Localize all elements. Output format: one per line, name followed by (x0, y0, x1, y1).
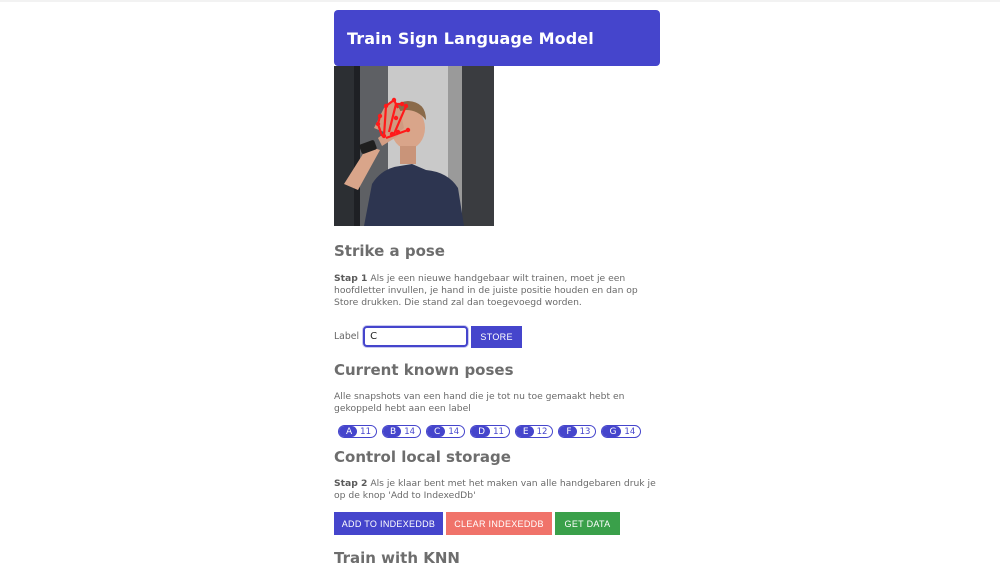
webcam-frame (334, 66, 494, 226)
step2-instructions: Stap 2 Als je klaar bent met het maken v… (334, 478, 660, 502)
clear-indexeddb-button[interactable]: CLEAR INDEXEDDB (446, 512, 552, 536)
pose-badge-g[interactable]: G 14 (601, 425, 642, 439)
step2-label: Stap 2 (334, 478, 368, 490)
pose-badge-c[interactable]: C 14 (426, 425, 466, 439)
top-border (0, 0, 1000, 2)
train-knn-heading: Train with KNN (334, 549, 460, 563)
pose-badge-count: 14 (624, 426, 636, 437)
pose-badge-label: F (559, 426, 577, 438)
pose-badge-label: B (383, 426, 402, 438)
main-column: Train Sign Language Model Strike a pose … (334, 10, 660, 563)
pose-badge-label: A (339, 426, 358, 438)
webcam-video (334, 66, 494, 226)
pose-badge-count: 14 (404, 426, 416, 437)
known-poses-heading: Current known poses (334, 360, 514, 379)
page-header: Train Sign Language Model (334, 10, 660, 66)
storage-buttons: ADD TO INDEXEDDB CLEAR INDEXEDDB GET DAT… (334, 512, 660, 536)
pose-badge-count: 11 (493, 426, 504, 437)
label-row: Label STORE (334, 325, 660, 348)
step1-instructions: Stap 1 Als je een nieuwe handgebaar wilt… (334, 273, 660, 310)
pose-badge-count: 12 (536, 426, 548, 437)
label-caption: Label (334, 331, 360, 343)
add-to-indexeddb-button[interactable]: ADD TO INDEXEDDB (334, 512, 443, 536)
pose-badge-label: E (515, 426, 534, 438)
known-poses-list: A 11 B 14 C 14 D 11 E 12 F 13 G 14 (338, 425, 660, 439)
pose-badge-label: G (602, 426, 622, 438)
page-title: Train Sign Language Model (347, 28, 594, 48)
pose-badge-label: D (471, 426, 491, 438)
pose-badge-a[interactable]: A 11 (338, 425, 377, 439)
pose-badge-count: 13 (579, 426, 591, 437)
label-input[interactable] (363, 326, 469, 348)
pose-badge-e[interactable]: E 12 (514, 425, 554, 439)
pose-badge-b[interactable]: B 14 (382, 425, 422, 439)
store-button[interactable]: STORE (471, 325, 523, 348)
pose-badge-f[interactable]: F 13 (558, 425, 597, 439)
pose-badge-label: C (427, 426, 446, 438)
pose-badge-count: 11 (360, 426, 371, 437)
get-data-button[interactable]: GET DATA (555, 512, 620, 536)
local-storage-heading: Control local storage (334, 448, 511, 467)
pose-badge-d[interactable]: D 11 (470, 425, 510, 439)
step1-label: Stap 1 (334, 273, 368, 284)
known-poses-description: Alle snapshots van een hand die je tot n… (334, 390, 625, 414)
step2-text: Als je klaar bent met het maken van alle… (334, 478, 656, 502)
strike-pose-heading: Strike a pose (334, 242, 445, 260)
step1-text: Als je een nieuwe handgebaar wilt traine… (334, 273, 638, 309)
pose-badge-count: 14 (448, 426, 460, 437)
